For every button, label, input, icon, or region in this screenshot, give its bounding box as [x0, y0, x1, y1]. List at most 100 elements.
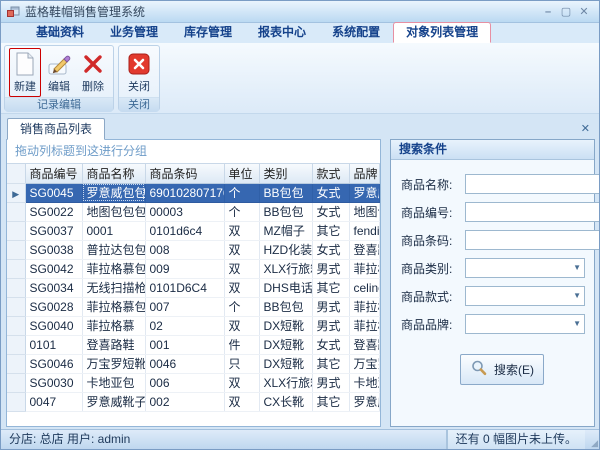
table-cell[interactable]: 万宝罗短靴 — [82, 354, 145, 373]
table-cell[interactable]: 罗意威靴子 — [82, 392, 145, 411]
table-cell[interactable]: XLX行旅箱 — [259, 373, 312, 392]
table-cell[interactable]: 0001 — [82, 221, 145, 240]
search-input[interactable] — [465, 174, 600, 194]
document-close-icon[interactable]: ✕ — [581, 122, 590, 135]
document-tab[interactable]: 销售商品列表 — [7, 118, 105, 140]
table-cell[interactable]: 菲拉格慕包包 — [82, 259, 145, 278]
table-row[interactable]: SG0034无线扫描枪0101D6C4双DHS电话绳其它celine — [7, 278, 380, 297]
table-cell[interactable]: 008 — [145, 240, 224, 259]
table-cell[interactable]: 002 — [145, 392, 224, 411]
ribbon-tab[interactable]: 系统配置 — [319, 22, 393, 43]
table-cell[interactable]: 双 — [224, 221, 259, 240]
table-cell[interactable]: BB包包 — [259, 183, 312, 202]
table-cell[interactable]: 006 — [145, 373, 224, 392]
table-cell[interactable]: 男式 — [312, 297, 349, 316]
table-cell[interactable]: 双 — [224, 373, 259, 392]
table-cell[interactable]: 双 — [224, 278, 259, 297]
table-cell[interactable]: 女式 — [312, 335, 349, 354]
table-cell[interactable]: HZD化装袋 — [259, 240, 312, 259]
table-cell[interactable]: SG0040 — [25, 316, 82, 335]
table-cell[interactable]: 0101D6C4 — [145, 278, 224, 297]
table-cell[interactable]: SG0038 — [25, 240, 82, 259]
table-cell[interactable]: 0047 — [25, 392, 82, 411]
table-cell[interactable]: 其它 — [312, 221, 349, 240]
table-cell[interactable]: SG0045 — [25, 183, 82, 202]
table-cell[interactable]: 登喜路鞋 — [82, 335, 145, 354]
table-cell[interactable]: BB包包 — [259, 202, 312, 221]
table-cell[interactable]: 无线扫描枪 — [82, 278, 145, 297]
column-header[interactable]: 类别 — [259, 164, 312, 183]
table-cell[interactable]: 菲拉格慕 — [82, 316, 145, 335]
table-cell[interactable]: 双 — [224, 392, 259, 411]
table-cell[interactable]: 菲拉格慕 — [349, 297, 380, 316]
toolbar-button[interactable]: 删除 — [77, 48, 109, 97]
search-button[interactable]: 搜索(E) — [460, 354, 544, 385]
resize-grip-icon[interactable]: ◢ — [591, 439, 598, 448]
table-row[interactable]: SG0028菲拉格慕包包007个BB包包男式菲拉格慕 — [7, 297, 380, 316]
table-cell[interactable]: SG0042 — [25, 259, 82, 278]
table-cell[interactable]: 男式 — [312, 316, 349, 335]
search-input[interactable] — [465, 202, 600, 222]
table-cell[interactable]: DX短靴 — [259, 335, 312, 354]
table-cell[interactable]: 其它 — [312, 354, 349, 373]
table-cell[interactable]: 009 — [145, 259, 224, 278]
table-cell[interactable]: 地图包包包 — [82, 202, 145, 221]
column-header[interactable]: 商品编号 — [25, 164, 82, 183]
table-row[interactable]: SG003700010101d6c4双MZ帽子其它fendi — [7, 221, 380, 240]
table-cell[interactable]: DX短靴 — [259, 316, 312, 335]
table-cell[interactable]: 登喜路 — [349, 240, 380, 259]
table-cell[interactable]: 男式 — [312, 373, 349, 392]
table-row[interactable]: 0047罗意威靴子002双CX长靴其它罗意威 — [7, 392, 380, 411]
table-cell[interactable]: MZ帽子 — [259, 221, 312, 240]
table-cell[interactable]: 001 — [145, 335, 224, 354]
table-cell[interactable]: 男式 — [312, 259, 349, 278]
table-cell[interactable]: 地图包 — [349, 202, 380, 221]
column-header[interactable]: 商品名称 — [82, 164, 145, 183]
table-row[interactable]: SG0030卡地亚包006双XLX行旅箱男式卡地亚 — [7, 373, 380, 392]
table-cell[interactable]: 普拉达包包 — [82, 240, 145, 259]
table-cell[interactable]: 个 — [224, 297, 259, 316]
table-cell[interactable]: 个 — [224, 183, 259, 202]
table-cell[interactable]: 女式 — [312, 183, 349, 202]
table-cell[interactable]: DHS电话绳 — [259, 278, 312, 297]
table-cell[interactable]: 0101 — [25, 335, 82, 354]
table-cell[interactable]: 件 — [224, 335, 259, 354]
table-cell[interactable]: SG0030 — [25, 373, 82, 392]
table-cell[interactable]: 0101d6c4 — [145, 221, 224, 240]
table-cell[interactable]: SG0028 — [25, 297, 82, 316]
table-cell[interactable]: 02 — [145, 316, 224, 335]
table-cell[interactable]: 罗意威包包 — [82, 183, 145, 202]
table-cell[interactable]: 万宝罗 — [349, 354, 380, 373]
table-cell[interactable]: DX短靴 — [259, 354, 312, 373]
table-cell[interactable]: 女式 — [312, 202, 349, 221]
table-cell[interactable]: SG0034 — [25, 278, 82, 297]
search-select[interactable]: ▼ — [465, 286, 585, 306]
table-cell[interactable]: SG0046 — [25, 354, 82, 373]
table-cell[interactable]: 菲拉格慕 — [349, 259, 380, 278]
table-cell[interactable]: SG0022 — [25, 202, 82, 221]
toolbar-button[interactable]: 关闭 — [123, 48, 155, 97]
ribbon-tab[interactable]: 业务管理 — [97, 22, 171, 43]
ribbon-tab[interactable]: 对象列表管理 — [393, 22, 491, 43]
column-header[interactable]: 款式 — [312, 164, 349, 183]
table-row[interactable]: SG0022地图包包包00003个BB包包女式地图包 — [7, 202, 380, 221]
table-cell[interactable]: 0046 — [145, 354, 224, 373]
table-cell[interactable]: BB包包 — [259, 297, 312, 316]
table-cell[interactable]: 6901028071765 — [145, 183, 224, 202]
table-row[interactable]: SG0038普拉达包包008双HZD化装袋女式登喜路 — [7, 240, 380, 259]
table-row[interactable]: SG0040菲拉格慕02双DX短靴男式菲拉格慕 — [7, 316, 380, 335]
table-row[interactable]: SG0042菲拉格慕包包009双XLX行旅箱男式菲拉格慕 — [7, 259, 380, 278]
table-cell[interactable]: XLX行旅箱 — [259, 259, 312, 278]
table-row[interactable]: SG0046万宝罗短靴0046只DX短靴其它万宝罗 — [7, 354, 380, 373]
search-input[interactable] — [465, 230, 600, 250]
column-header[interactable]: 单位 — [224, 164, 259, 183]
column-header[interactable]: 商品条码 — [145, 164, 224, 183]
table-cell[interactable]: 007 — [145, 297, 224, 316]
table-cell[interactable]: CX长靴 — [259, 392, 312, 411]
table-cell[interactable]: 登喜路 — [349, 335, 380, 354]
table-cell[interactable]: 其它 — [312, 392, 349, 411]
search-select[interactable]: ▼ — [465, 314, 585, 334]
table-cell[interactable]: fendi — [349, 221, 380, 240]
ribbon-tab[interactable]: 库存管理 — [171, 22, 245, 43]
table-row[interactable]: 0101登喜路鞋001件DX短靴女式登喜路 — [7, 335, 380, 354]
